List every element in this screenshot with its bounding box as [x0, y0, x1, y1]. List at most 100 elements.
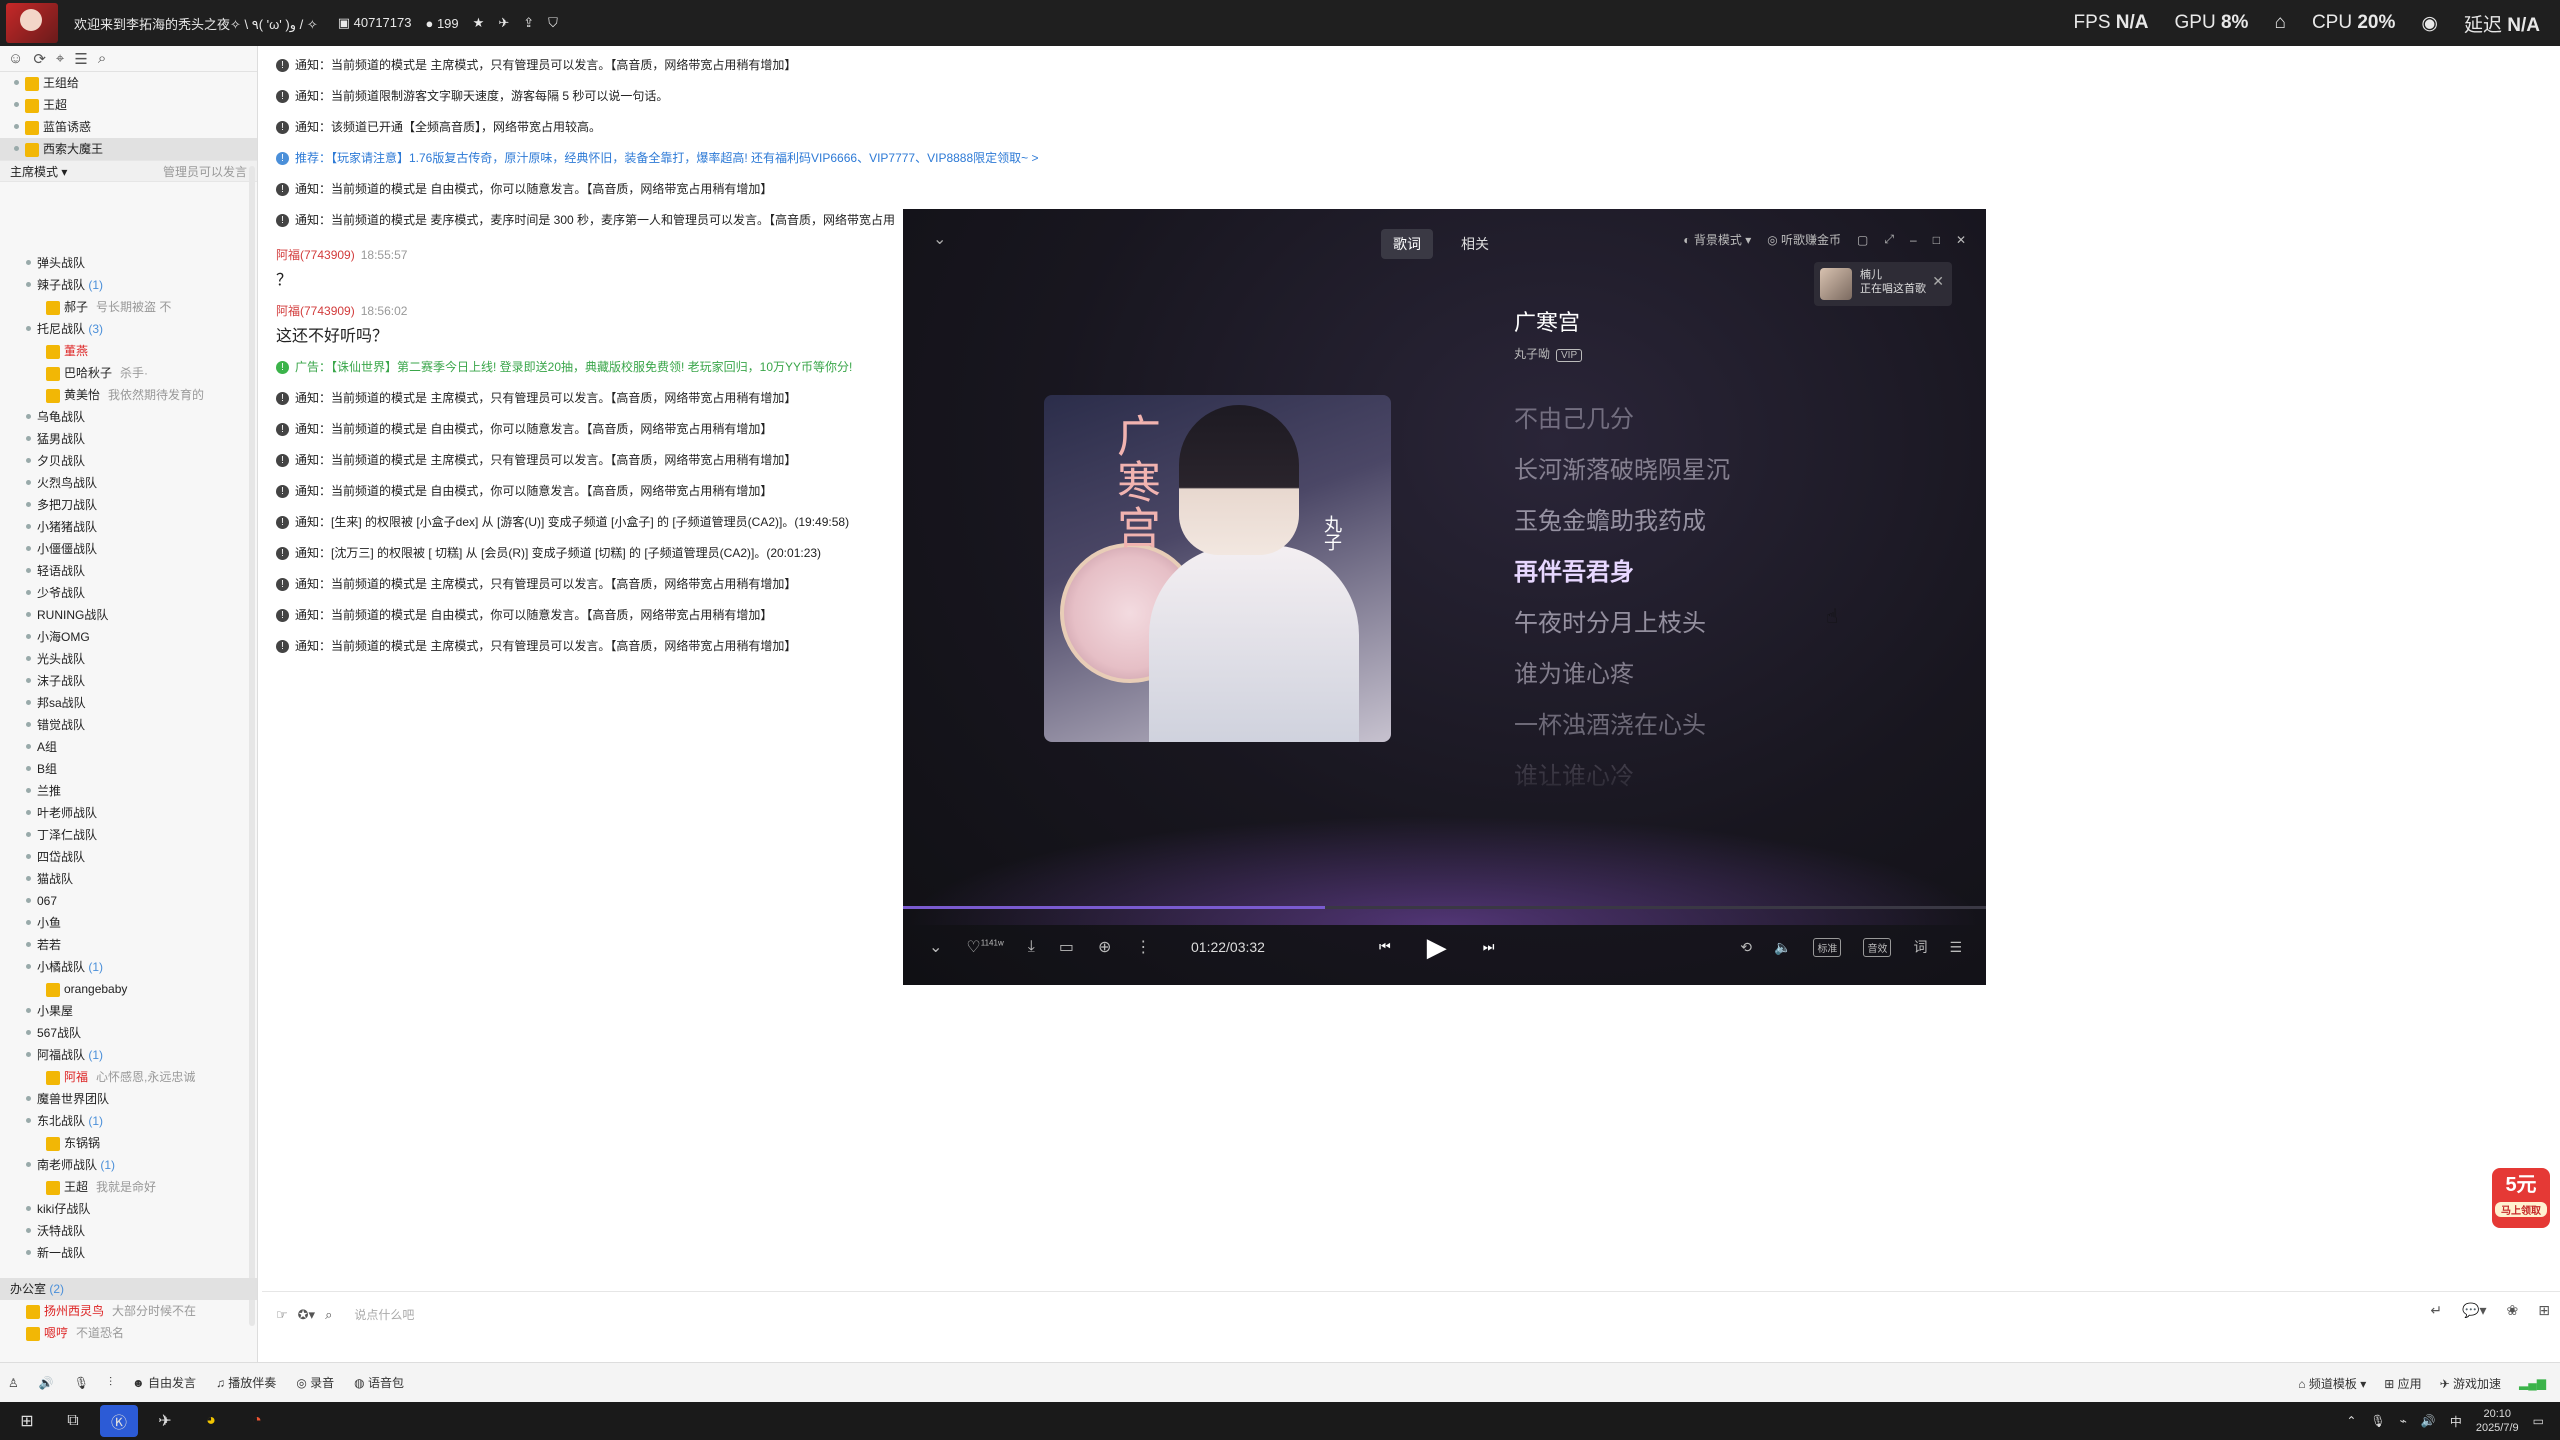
notification-icon[interactable]: ▭	[2533, 1414, 2544, 1428]
plane-icon[interactable]: ✈	[498, 15, 509, 31]
subchannel-row[interactable]: 丁泽仁战队	[0, 824, 257, 846]
subchannel-row[interactable]: 邦sa战队	[0, 692, 257, 714]
ime-indicator[interactable]: 中	[2450, 1413, 2462, 1430]
subchannel-row[interactable]: 轻语战队	[0, 560, 257, 582]
channel-member-row[interactable]: 郝子 号长期被盗 不	[0, 296, 257, 318]
channel-member-row[interactable]: 王超 我就是命好	[0, 1176, 257, 1198]
collapse-icon[interactable]: ⌄	[929, 937, 942, 957]
subchannel-row[interactable]: 小猪猪战队	[0, 516, 257, 538]
flower-icon[interactable]: ❀	[2507, 1302, 2519, 1319]
more-icon[interactable]: ⋮	[1135, 937, 1151, 957]
channel-logo[interactable]	[6, 3, 58, 43]
promo-badge[interactable]: 5元 马上领取	[2492, 1168, 2550, 1228]
loop-icon[interactable]: ⟲	[1740, 939, 1752, 956]
subchannel-row[interactable]: 乌龟战队	[0, 406, 257, 428]
member-row[interactable]: 蓝笛诱惑	[0, 116, 257, 138]
play-icon[interactable]: ▶	[1427, 932, 1447, 963]
subchannel-row[interactable]: 东北战队 (1)	[0, 1110, 257, 1132]
minimize-icon[interactable]: –	[1910, 233, 1917, 247]
member-row[interactable]: 王组给	[0, 72, 257, 94]
chat-username[interactable]: 阿福(7743909)	[276, 304, 355, 318]
subchannel-row[interactable]: 火烈鸟战队	[0, 472, 257, 494]
game-boost-button[interactable]: ✈ 游戏加速	[2440, 1375, 2501, 1392]
subchannel-row[interactable]: 光头战队	[0, 648, 257, 670]
subchannel-row[interactable]: A组	[0, 736, 257, 758]
collapse-chevron-icon[interactable]: ⌄	[933, 229, 946, 249]
accompaniment-button[interactable]: ♫ 播放伴奏	[216, 1374, 276, 1391]
app-feather-icon[interactable]: ✈	[146, 1405, 184, 1437]
close-icon[interactable]: ✕	[1956, 233, 1966, 247]
office-member-row[interactable]: 扬州西灵鸟 大部分时候不在	[0, 1300, 257, 1322]
lyrics-toggle-button[interactable]: 词	[1913, 937, 1927, 957]
message-input[interactable]: 说点什么吧	[354, 1306, 414, 1323]
subchannel-row[interactable]: 小僵僵战队	[0, 538, 257, 560]
tray-clock[interactable]: 20:10 2025/7/9	[2476, 1407, 2519, 1435]
channel-member-row[interactable]: 阿福 心怀感恩,永远忠诚	[0, 1066, 257, 1088]
subchannel-row[interactable]: 魔兽世界团队	[0, 1088, 257, 1110]
subchannel-row[interactable]: 567战队	[0, 1022, 257, 1044]
member-row[interactable]: 西索大魔王	[0, 138, 257, 160]
subchannel-row[interactable]: 夕贝战队	[0, 450, 257, 472]
tray-volume-icon[interactable]: 🔊	[2421, 1414, 2436, 1428]
chat-search-icon[interactable]: ⌕	[325, 1307, 332, 1323]
previous-icon[interactable]: ⏮	[1379, 939, 1391, 955]
download-icon[interactable]: ⤓	[1028, 938, 1035, 956]
gamepad-icon[interactable]: ◉	[2421, 12, 2438, 35]
channel-member-row[interactable]: 东锅锅	[0, 1132, 257, 1154]
app-k-icon[interactable]: Ⓚ	[100, 1405, 138, 1437]
notice-close-icon[interactable]: ✕	[1932, 274, 1944, 288]
subchannel-row[interactable]: 猛男战队	[0, 428, 257, 450]
chat-username[interactable]: 阿福(7743909)	[276, 248, 355, 262]
mic-icon[interactable]: 🎙	[74, 1376, 89, 1390]
subchannel-row[interactable]: 小橘战队 (1)	[0, 956, 257, 978]
subchannel-row[interactable]: 四岱战队	[0, 846, 257, 868]
quality-button[interactable]: 标准	[1813, 937, 1842, 957]
tab-lyrics[interactable]: 歌词	[1381, 229, 1433, 259]
channel-member-row[interactable]: orangebaby	[0, 978, 257, 1000]
apps-button[interactable]: ⊞ 应用	[2384, 1375, 2421, 1392]
subchannel-row[interactable]: kiki仔战队	[0, 1198, 257, 1220]
expression-icon[interactable]: ☞	[276, 1307, 288, 1323]
search-icon[interactable]: ⌕	[98, 50, 106, 67]
member-row[interactable]: 王超	[0, 94, 257, 116]
subchannel-row[interactable]: 067	[0, 890, 257, 912]
maximize-icon[interactable]: □	[1933, 233, 1940, 247]
subchannel-row[interactable]: 若若	[0, 934, 257, 956]
record-button[interactable]: ◎ 录音	[296, 1374, 334, 1391]
office-channel[interactable]: 办公室 (2) 扬州西灵鸟 大部分时候不在 嗯哼 不道恐名	[0, 1278, 257, 1344]
subchannel-row[interactable]: 小海OMG	[0, 626, 257, 648]
subchannel-row[interactable]: 沃特战队	[0, 1220, 257, 1242]
subchannel-row[interactable]: 小果屋	[0, 1000, 257, 1022]
sound-effect-button[interactable]: 音效	[1863, 937, 1892, 957]
task-view-icon[interactable]: ⧉	[54, 1405, 92, 1437]
user-icon[interactable]: ☺	[8, 50, 23, 67]
subchannel-row[interactable]: 新一战队	[0, 1242, 257, 1264]
refresh-icon[interactable]: ⟳	[33, 50, 46, 68]
add-to-icon[interactable]: ⊕	[1098, 937, 1111, 957]
home-icon[interactable]: ⌂	[2274, 12, 2285, 34]
earn-coins-button[interactable]: ◎ 听歌赚金币	[1767, 231, 1841, 248]
comment-icon[interactable]: ▭	[1059, 937, 1074, 957]
office-member-row[interactable]: 嗯哼 不道恐名	[0, 1322, 257, 1344]
tab-related[interactable]: 相关	[1449, 229, 1501, 259]
subchannel-row[interactable]: 辣子战队 (1)	[0, 274, 257, 296]
like-icon[interactable]: ♡1141w	[966, 937, 1003, 957]
volume-icon[interactable]: 🔈	[1774, 939, 1791, 956]
background-mode-button[interactable]: ◐ 背景模式 ▾	[1683, 231, 1751, 248]
chat-bubble-icon[interactable]: 💬▾	[2462, 1302, 2486, 1319]
list-icon[interactable]: ☰	[74, 50, 87, 68]
subchannel-row[interactable]: 猫战队	[0, 868, 257, 890]
office-row[interactable]: 办公室 (2)	[0, 1278, 257, 1300]
subchannel-row[interactable]: B组	[0, 758, 257, 780]
location-icon[interactable]: ⌖	[56, 50, 64, 67]
channel-member-row[interactable]: 董燕	[0, 340, 257, 362]
channel-member-row[interactable]: 黄美怡 我依然期待发育的	[0, 384, 257, 406]
subchannel-row[interactable]: RUNING战队	[0, 604, 257, 626]
speaker-icon[interactable]: 🔊	[39, 1376, 54, 1390]
subchannel-row[interactable]: 托尼战队 (3)	[0, 318, 257, 340]
share-icon[interactable]: ⇪	[523, 15, 534, 31]
star-icon[interactable]: ★	[473, 15, 485, 31]
next-icon[interactable]: ⏭	[1483, 939, 1495, 955]
subchannel-row[interactable]: 少爷战队	[0, 582, 257, 604]
mixer-icon[interactable]: ⫶	[109, 1375, 112, 1390]
